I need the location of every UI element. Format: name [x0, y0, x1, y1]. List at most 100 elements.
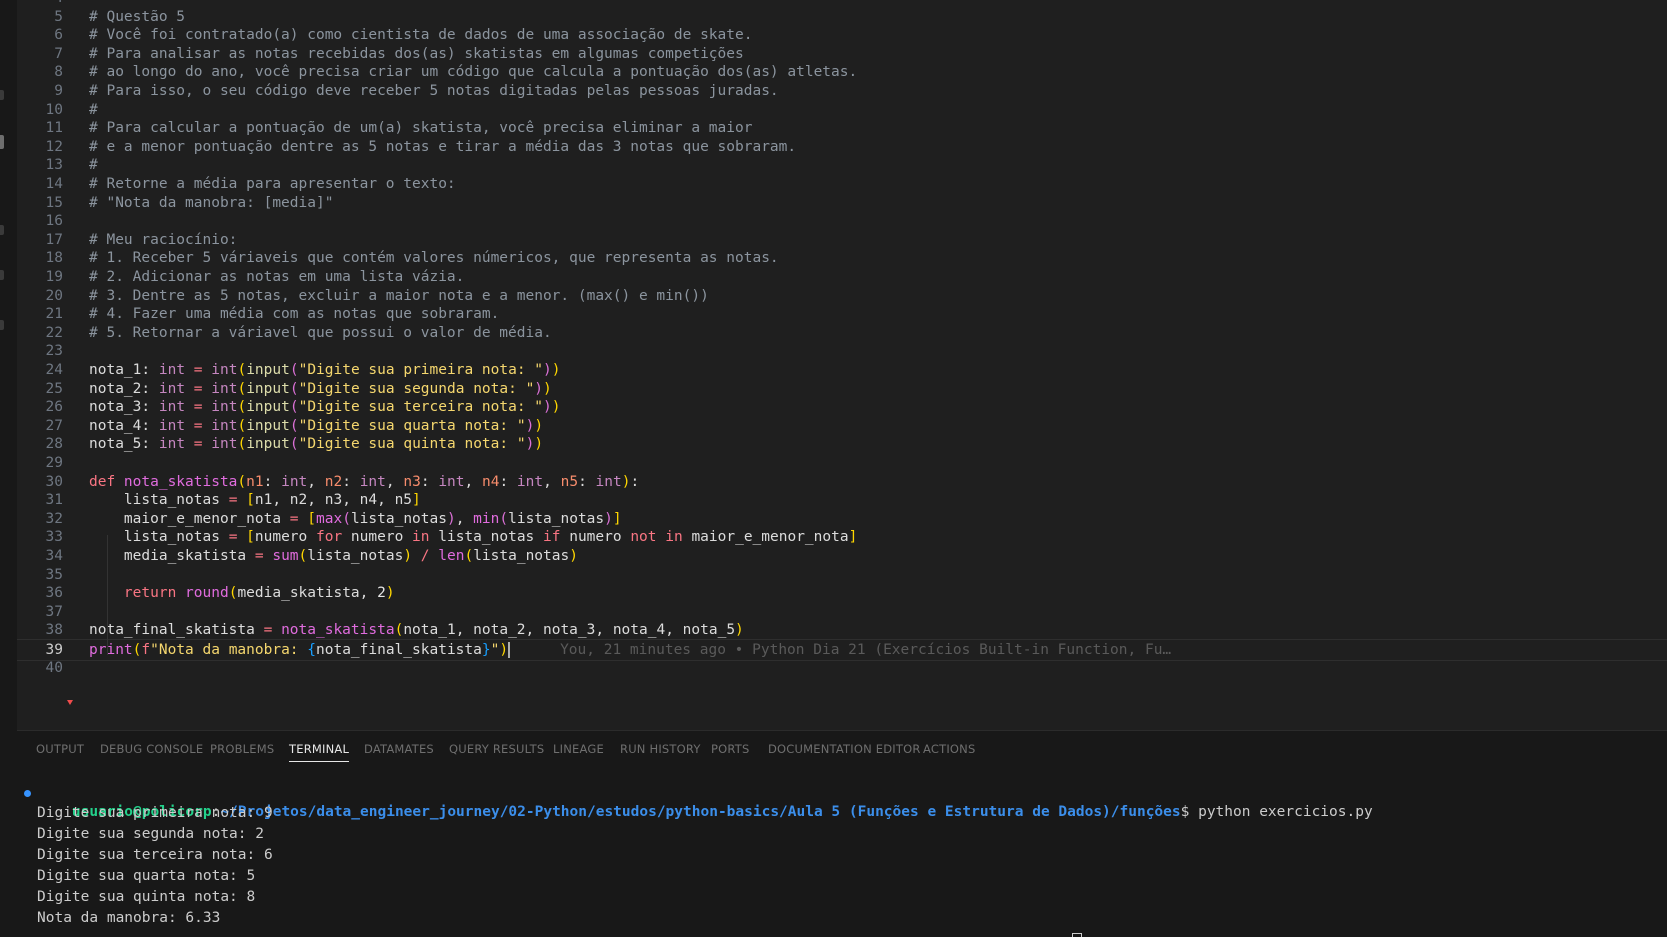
line-number: 19	[45, 269, 63, 285]
code-token: =	[185, 362, 212, 378]
code-line[interactable]: 31 lista_notas = [n1, n2, n3, n4, n5]	[17, 490, 1667, 510]
code-editor[interactable]: 45# Questão 56# Você foi contratado(a) c…	[17, 0, 1667, 730]
code-token: # ao longo do ano, você precisa criar um…	[89, 64, 858, 81]
code-token: (	[342, 510, 351, 527]
code-text: # Você foi contratado(a) como cientista …	[89, 25, 752, 45]
line-number: 26	[45, 399, 63, 416]
code-line[interactable]: 5 # Questão 5	[17, 7, 1667, 27]
tab-actions[interactable]: ACTIONS	[923, 742, 975, 756]
code-line[interactable]: 10 #	[17, 100, 1667, 120]
code-token: :	[499, 473, 517, 490]
code-line[interactable]: 37	[17, 602, 1667, 622]
command-status-icon[interactable]	[24, 790, 31, 797]
gutter-change-marker	[67, 700, 73, 705]
code-line[interactable]: 11 # Para calcular a pontuação de um(a) s…	[17, 118, 1667, 138]
line-number: 6	[54, 27, 63, 44]
code-token: ,	[455, 510, 474, 527]
code-token: (	[289, 417, 299, 434]
code-line[interactable]: 19 # 2. Adicionar as notas em uma lista v…	[17, 267, 1667, 287]
code-token: :	[141, 362, 159, 378]
code-line[interactable]: 34 media_skatista = sum(lista_notas) / l…	[17, 546, 1667, 566]
tab-run-history[interactable]: RUN HISTORY	[620, 742, 701, 756]
tab-lineage[interactable]: LINEAGE	[553, 742, 604, 756]
code-line[interactable]: 40	[17, 658, 1667, 678]
code-token: )	[534, 436, 544, 453]
code-line[interactable]: 38 nota_final_skatista = nota_skatista(no…	[17, 620, 1667, 640]
code-token: nota_skatista	[281, 622, 395, 639]
code-line[interactable]: 7 # Para analisar as notas recebidas dos(…	[17, 44, 1667, 64]
code-token: =	[185, 436, 212, 453]
tab-datamates[interactable]: DATAMATES	[364, 742, 434, 756]
terminal-output-line: Nota da manobra: 6.33	[37, 910, 221, 926]
code-text: # Meu raciocínio:	[89, 230, 237, 250]
git-blame-annotation[interactable]: You, 21 minutes ago • Python Dia 21 (Exe…	[560, 642, 1171, 658]
code-token: len	[438, 548, 465, 564]
code-token: :	[420, 473, 439, 490]
code-line[interactable]: 22 # 5. Retornar a váriavel que possui o …	[17, 323, 1667, 343]
code-token: "Digite sua quinta nota: "	[298, 436, 526, 453]
code-line[interactable]: 30 def nota_skatista(n1: int, n2: int, n3…	[17, 472, 1667, 492]
line-number: 20	[45, 287, 63, 304]
code-line[interactable]: 13 #	[17, 155, 1667, 175]
code-text: # Para calcular a pontuação de um(a) ska…	[89, 118, 752, 138]
code-line[interactable]: 9 # Para isso, o seu código deve receber …	[17, 81, 1667, 101]
line-number: 10	[45, 101, 63, 118]
code-line[interactable]: 14 # Retorne a média para apresentar o te…	[17, 174, 1667, 194]
code-token: int	[211, 417, 238, 434]
code-line[interactable]: 20 # 3. Dentre as 5 notas, excluir a maio…	[17, 286, 1667, 306]
line-number: 37	[45, 603, 63, 620]
code-text: nota_5: int = int(input("Digite sua quin…	[89, 434, 543, 454]
code-token: ,	[543, 473, 561, 490]
tab-problems[interactable]: PROBLEMS	[210, 742, 274, 756]
code-token: nota_5	[89, 436, 142, 453]
code-token: )	[534, 417, 544, 434]
code-token: nota_3	[89, 399, 142, 416]
code-line[interactable]: 12 # e a menor pontuação dentre as 5 nota…	[17, 137, 1667, 157]
code-line[interactable]: 26 nota_3: int = int(input("Digite sua te…	[17, 397, 1667, 417]
line-number: 14	[45, 176, 63, 192]
code-line[interactable]: 23	[17, 341, 1667, 361]
code-line[interactable]: 36 return round(media_skatista, 2)	[17, 583, 1667, 603]
code-line[interactable]: 32 maior_e_menor_nota = [max(lista_notas…	[17, 509, 1667, 529]
code-text: # ao longo do ano, você precisa criar um…	[89, 62, 857, 82]
code-token: # "Nota da manobra: [media]"	[89, 194, 334, 211]
tab-documentation-editor[interactable]: DOCUMENTATION EDITOR	[768, 742, 921, 756]
code-token: #	[89, 157, 98, 174]
code-line[interactable]: 18 # 1. Receber 5 váriaveis que contém va…	[17, 248, 1667, 268]
tab-terminal[interactable]: TERMINAL	[289, 742, 350, 762]
code-token: (	[237, 436, 247, 453]
code-line[interactable]: 21 # 4. Fazer uma média com as notas que …	[17, 304, 1667, 324]
code-line[interactable]: 6 # Você foi contratado(a) como cientista…	[17, 25, 1667, 45]
code-line[interactable]: 8 # ao longo do ano, você precisa criar u…	[17, 62, 1667, 82]
code-text: nota_2: int = int(input("Digite sua segu…	[89, 379, 552, 399]
code-token: ,	[385, 473, 404, 490]
tab-ports[interactable]: PORTS	[711, 742, 749, 756]
code-token: )	[604, 510, 613, 527]
code-line[interactable]: 24 nota_1: int = int(input("Digite sua pr…	[17, 360, 1667, 380]
code-line[interactable]: 17 # Meu raciocínio:	[17, 230, 1667, 250]
code-line[interactable]: 33 lista_notas = [numero for numero in l…	[17, 527, 1667, 547]
code-token: numero	[342, 529, 413, 546]
code-line[interactable]: 27 nota_4: int = int(input("Digite sua qu…	[17, 416, 1667, 436]
tab-output[interactable]: OUTPUT	[36, 742, 84, 756]
code-text: nota_4: int = int(input("Digite sua quar…	[89, 416, 543, 436]
tab-query-results[interactable]: QUERY RESULTS	[449, 742, 544, 756]
code-token: int	[158, 380, 186, 397]
code-line[interactable]: 28 nota_5: int = int(input("Digite sua qu…	[17, 434, 1667, 454]
code-token: (	[464, 548, 474, 564]
code-token: (	[289, 399, 299, 416]
code-line[interactable]: 15 # "Nota da manobra: [media]"	[17, 193, 1667, 213]
line-number: 32	[45, 510, 63, 527]
tab-debug-console[interactable]: DEBUG CONSOLE	[100, 742, 203, 756]
code-line[interactable]: 35	[17, 565, 1667, 585]
code-line[interactable]: 25 nota_2: int = int(input("Digite sua se…	[17, 379, 1667, 399]
code-token: nota_final_skatista	[316, 642, 482, 658]
text-cursor	[508, 642, 511, 658]
code-token: =	[289, 510, 299, 527]
code-line[interactable]: 29	[17, 453, 1667, 473]
code-token: round	[185, 585, 229, 602]
activity-indicator	[0, 90, 4, 100]
activity-indicator	[0, 135, 4, 149]
code-line[interactable]: 16	[17, 211, 1667, 231]
